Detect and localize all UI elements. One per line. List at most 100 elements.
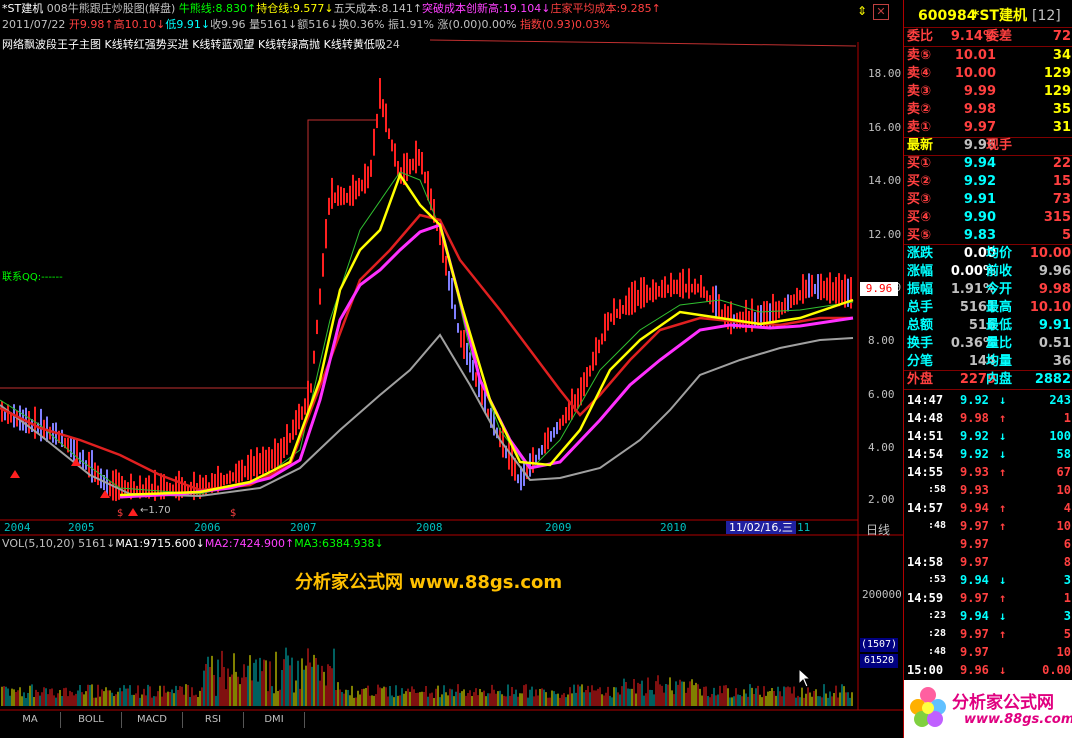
ask-row-volume: 31 bbox=[1052, 120, 1071, 135]
logo-url: www.88gs.com bbox=[964, 712, 1072, 727]
bid-row: 买④ 9.90 315 bbox=[904, 209, 1072, 227]
sell-marker: $ bbox=[230, 508, 237, 519]
tick-direction-icon: ↑ bbox=[999, 411, 1007, 425]
tab-ma[interactable]: MA bbox=[0, 712, 61, 728]
bid-row-label: 买② bbox=[907, 174, 932, 189]
bid-row-volume: 73 bbox=[1052, 192, 1071, 207]
ask-row-label: 卖① bbox=[907, 120, 932, 135]
price-tick-label: 4.00 bbox=[868, 441, 895, 454]
weibi-label: 委比 bbox=[907, 29, 934, 44]
stock-count: [12] bbox=[1032, 8, 1061, 24]
contact-text: 联系QQ:------ bbox=[2, 272, 63, 283]
stat-value: 9.96 bbox=[1038, 264, 1071, 279]
tab-boll[interactable]: BOLL bbox=[61, 712, 122, 728]
watermark-text: 分析家公式网 www.88gs.com bbox=[295, 572, 563, 593]
bid-row-volume: 5 bbox=[1061, 228, 1071, 243]
period-label[interactable]: 日线 bbox=[866, 521, 890, 538]
tick-price: 9.97 bbox=[960, 627, 989, 641]
year-tick-label: 2009 bbox=[545, 521, 572, 534]
ask-row: 卖② 9.98 35 bbox=[904, 101, 1072, 119]
stat-row: 换手 0.36% 量比 0.51 bbox=[904, 335, 1072, 353]
inner-value: 2882 bbox=[1034, 372, 1071, 387]
year-tick-label: 2007 bbox=[290, 521, 317, 534]
tick-row: 14:47 9.92 ↓ 243 bbox=[904, 391, 1072, 409]
stat-row: 涨幅 0.00% 前收 9.96 bbox=[904, 263, 1072, 281]
tick-time: :23 bbox=[928, 610, 947, 621]
stat-label: 最高 bbox=[986, 300, 1013, 315]
year-tick-label: 2006 bbox=[194, 521, 221, 534]
bid-row-volume: 315 bbox=[1043, 210, 1071, 225]
ask-row: 卖④ 10.00 129 bbox=[904, 65, 1072, 83]
volume-seg: MA3:6384.938↓ bbox=[294, 537, 384, 550]
volume-seg: VOL(5,10,20) 5161↓ bbox=[2, 537, 116, 550]
stat-label: 涨跌 bbox=[907, 246, 934, 261]
tick-row: :53 9.94 ↓ 3 bbox=[904, 571, 1072, 589]
tick-price: 9.97 bbox=[960, 519, 989, 533]
tab-rsi[interactable]: RSI bbox=[183, 712, 244, 728]
ask-row-volume: 35 bbox=[1052, 102, 1071, 117]
stat-row: 分笔 144 均量 36 bbox=[904, 353, 1072, 371]
tick-volume: 10 bbox=[1056, 483, 1071, 497]
tick-time: :58 bbox=[928, 484, 947, 495]
stat-label: 振幅 bbox=[907, 282, 934, 297]
tick-price: 9.94 bbox=[960, 501, 989, 515]
date-cursor: 11/02/16,三 bbox=[726, 521, 796, 534]
stock-code: 600984 bbox=[918, 8, 977, 24]
volume-box-2: 61520 bbox=[860, 654, 898, 668]
tick-price: 9.98 bbox=[960, 411, 989, 425]
bid-row-price: 9.91 bbox=[963, 192, 996, 207]
tick-row: 14:48 9.98 ↑ 1 bbox=[904, 409, 1072, 427]
ask-row-price: 10.00 bbox=[954, 66, 996, 81]
tick-volume: 58 bbox=[1056, 447, 1071, 461]
quote-panel: 600984 *ST建机 [12] 委比 9.14% 委差 72 卖⑤ 10.01… bbox=[903, 0, 1072, 738]
tick-direction-icon: ↓ bbox=[999, 609, 1007, 623]
volume-axis-label: 200000 bbox=[862, 588, 902, 601]
tick-volume: 8 bbox=[1063, 555, 1071, 569]
price-tick-label: 12.00 bbox=[868, 228, 902, 241]
logo-panel: 分析家公式网 www.88gs.com bbox=[904, 680, 1072, 738]
volume-box-1: (1507) bbox=[860, 638, 898, 652]
chart-area[interactable]: *ST建机 008牛熊跟庄炒股图(解盘) 牛熊线:8.830↑持仓线:9.577… bbox=[0, 0, 903, 738]
tick-direction-icon: ↓ bbox=[999, 429, 1007, 443]
tick-price: 9.97 bbox=[960, 591, 989, 605]
tick-price: 9.96 bbox=[960, 663, 989, 677]
stat-value: 9.91 bbox=[1038, 318, 1071, 333]
current-price-tag: 9.96 bbox=[860, 282, 898, 296]
tick-volume: 243 bbox=[1049, 393, 1071, 407]
stock-title: 600984 *ST建机 [12] bbox=[904, 6, 1072, 26]
tick-row: :48 9.97 ↑ 10 bbox=[904, 517, 1072, 535]
bid-row-volume: 22 bbox=[1052, 156, 1071, 171]
tick-row: 14:55 9.93 ↑ 67 bbox=[904, 463, 1072, 481]
tick-row: :58 9.93 10 bbox=[904, 481, 1072, 499]
tick-time: :48 bbox=[928, 646, 947, 657]
bid-row: 买② 9.92 15 bbox=[904, 173, 1072, 191]
stat-label: 总手 bbox=[907, 300, 934, 315]
stat-label: 量比 bbox=[986, 336, 1013, 351]
tick-direction-icon: ↑ bbox=[999, 591, 1007, 605]
tab-dmi[interactable]: DMI bbox=[244, 712, 305, 728]
tab-macd[interactable]: MACD bbox=[122, 712, 183, 728]
mouse-cursor-icon bbox=[798, 668, 812, 688]
tick-row: 15:00 9.96 ↓ 0.00 bbox=[904, 661, 1072, 679]
ask-row: 卖① 9.97 31 bbox=[904, 119, 1072, 137]
latest-row: 最新 9.96 现手 bbox=[904, 137, 1072, 155]
ask-row-volume: 34 bbox=[1052, 48, 1071, 63]
tick-direction-icon: ↓ bbox=[999, 573, 1007, 587]
year-tick-label: 2005 bbox=[68, 521, 95, 534]
stat-value: 9.98 bbox=[1038, 282, 1071, 297]
ask-row-label: 卖② bbox=[907, 102, 932, 117]
bid-row-label: 买④ bbox=[907, 210, 932, 225]
tick-row: 14:58 9.97 8 bbox=[904, 553, 1072, 571]
logo-text: 分析家公式网 bbox=[952, 693, 1054, 713]
tick-volume: 1 bbox=[1063, 591, 1071, 605]
bid-row-label: 买① bbox=[907, 156, 932, 171]
ask-row-label: 卖③ bbox=[907, 84, 932, 99]
stat-label: 分笔 bbox=[907, 354, 934, 369]
tick-row: 14:59 9.97 ↑ 1 bbox=[904, 589, 1072, 607]
tick-direction-icon: ↑ bbox=[999, 501, 1007, 515]
bid-row-label: 买⑤ bbox=[907, 228, 932, 243]
tick-time: 14:47 bbox=[907, 393, 944, 407]
stat-label: 今开 bbox=[986, 282, 1013, 297]
tick-time: :28 bbox=[928, 628, 947, 639]
weibi-row: 委比 9.14% 委差 72 bbox=[904, 28, 1072, 46]
